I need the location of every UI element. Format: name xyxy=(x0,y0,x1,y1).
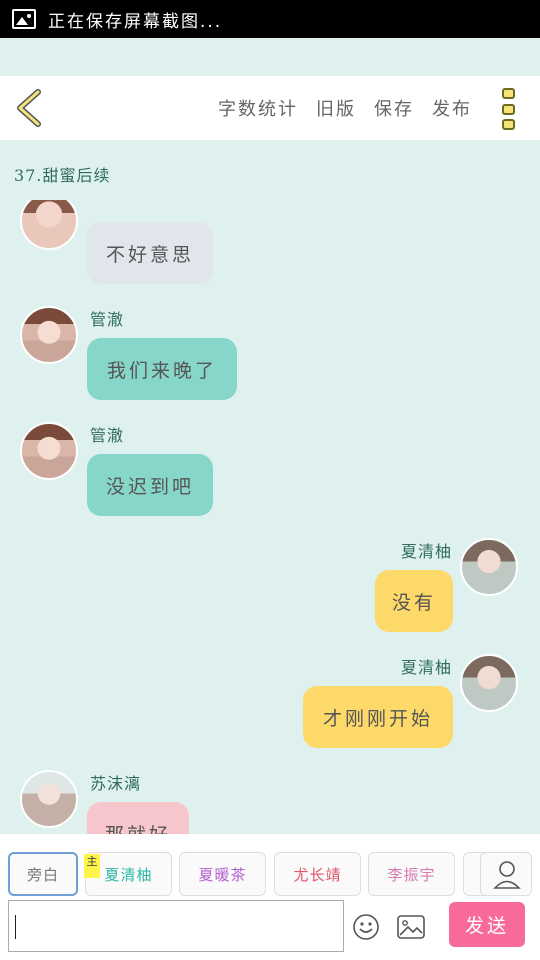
character-tab[interactable]: 夏暖茶 xyxy=(179,852,266,896)
character-label: 旁白 xyxy=(26,865,59,884)
chapter-title: 37.甜蜜后续 xyxy=(14,166,111,185)
send-button[interactable]: 发送 xyxy=(449,902,525,947)
status-bar: 正在保存屏幕截图... xyxy=(0,0,540,38)
avatar[interactable] xyxy=(20,306,78,364)
old-version-button[interactable]: 旧版 xyxy=(316,95,356,121)
word-count-button[interactable]: 字数统计 xyxy=(218,95,298,121)
emoji-icon[interactable] xyxy=(352,913,380,941)
editor-toolbar: 字数统计 旧版 保存 发布 xyxy=(0,76,540,140)
speaker-name: 管澈 xyxy=(90,426,125,445)
character-tab-narrator[interactable]: 旁白 xyxy=(8,852,78,896)
back-icon[interactable] xyxy=(14,88,44,128)
user-icon xyxy=(493,861,521,889)
message-bubble[interactable]: 不好意思 xyxy=(87,222,213,284)
character-tab[interactable]: 李振宇 xyxy=(368,852,455,896)
chat-area[interactable]: 不好意思 管澈 我们来晚了 管澈 没迟到吧 夏清柚 没有 夏清柚 才刚刚开始 苏… xyxy=(0,200,540,834)
composer: 旁白 夏清柚 夏暖茶 尤长靖 李振宇 主 发送 xyxy=(0,834,540,960)
avatar[interactable] xyxy=(460,654,518,712)
status-text: 正在保存屏幕截图... xyxy=(48,11,223,32)
image-icon[interactable] xyxy=(397,914,425,940)
add-character-button[interactable] xyxy=(480,852,532,896)
character-label: 夏清柚 xyxy=(104,865,153,884)
avatar[interactable] xyxy=(20,200,78,250)
main-character-badge: 主 xyxy=(84,854,100,878)
avatar[interactable] xyxy=(460,538,518,596)
screenshot-image-icon xyxy=(12,9,36,29)
character-tab[interactable]: 尤长靖 xyxy=(274,852,361,896)
message-bubble[interactable]: 我们来晚了 xyxy=(87,338,237,400)
speaker-name: 管澈 xyxy=(90,310,125,329)
character-label: 李振宇 xyxy=(387,865,436,884)
speaker-name: 苏沫漓 xyxy=(90,774,142,793)
avatar[interactable] xyxy=(20,422,78,480)
character-label: 夏暖茶 xyxy=(198,865,247,884)
message-bubble[interactable]: 才刚刚开始 xyxy=(303,686,453,748)
character-label: 尤长靖 xyxy=(293,865,342,884)
message-input[interactable] xyxy=(8,900,344,952)
speaker-name: 夏清柚 xyxy=(400,658,452,677)
save-button[interactable]: 保存 xyxy=(374,95,414,121)
speaker-name: 夏清柚 xyxy=(400,542,452,561)
publish-button[interactable]: 发布 xyxy=(432,95,472,121)
text-caret xyxy=(15,915,16,939)
avatar[interactable] xyxy=(20,770,78,828)
toolbar-actions: 字数统计 旧版 保存 发布 xyxy=(200,76,472,140)
message-bubble[interactable]: 没迟到吧 xyxy=(87,454,213,516)
message-bubble[interactable]: 那就好 xyxy=(87,802,189,834)
message-bubble[interactable]: 没有 xyxy=(375,570,453,632)
more-menu-icon[interactable] xyxy=(502,88,518,130)
